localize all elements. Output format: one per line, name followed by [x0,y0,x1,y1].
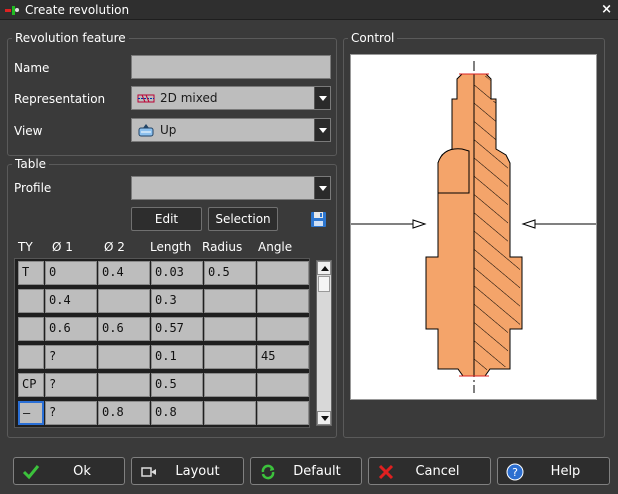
table-cell[interactable]: 0.6 [98,317,150,341]
view-up-icon [138,124,154,137]
table-cell[interactable]: 0.8 [98,401,150,425]
table-cell[interactable]: 0.3 [151,289,203,313]
representation-label: Representation [14,92,106,106]
default-button[interactable]: Default [250,457,362,485]
representation-value: 2D mixed [160,91,218,105]
profile-table: T 0 0.4 0.03 0.5 0.4 0.3 0.6 0.6 0.57 ? … [14,258,310,428]
revolution-feature-legend: Revolution feature [15,31,126,45]
view-value: Up [160,123,177,137]
edit-button[interactable]: Edit [131,207,202,231]
selection-button[interactable]: Selection [208,207,278,231]
table-cell[interactable]: ? [45,401,97,425]
layout-button[interactable]: Layout [131,457,244,485]
scroll-down-icon[interactable] [317,411,331,425]
chevron-down-icon[interactable] [314,87,330,109]
scroll-up-icon[interactable] [317,261,331,275]
table-cell[interactable]: 0.5 [151,373,203,397]
table-legend: Table [15,157,47,171]
table-cell[interactable] [257,261,309,285]
table-cell-active[interactable]: – [18,401,44,425]
view-label: View [14,124,43,138]
section-arrow-left [412,219,427,229]
representation-select[interactable]: 2D mixed [131,86,331,110]
table-cell[interactable]: 0.4 [45,289,97,313]
2d-mixed-icon [137,94,155,103]
save-icon[interactable] [310,211,327,228]
profile-select[interactable] [131,176,331,200]
table-cell[interactable]: 0 [45,261,97,285]
ok-button[interactable]: Ok [13,457,125,485]
table-cell[interactable] [98,289,150,313]
table-cell[interactable]: 0.57 [151,317,203,341]
table-cell[interactable] [257,317,309,341]
column-header-d1: Ø 1 [52,240,73,254]
part-left-half [425,73,475,377]
control-legend: Control [351,31,395,45]
view-select[interactable]: Up [131,118,331,142]
column-header-angle: Angle [258,240,293,254]
table-cell[interactable] [18,345,44,369]
table-cell[interactable] [204,289,256,313]
table-cell[interactable] [204,345,256,369]
table-cell[interactable] [18,317,44,341]
table-cell[interactable]: 0.8 [151,401,203,425]
column-header-length: Length [150,240,192,254]
table-cell[interactable] [204,317,256,341]
chevron-down-icon[interactable] [314,119,330,141]
help-label: Help [550,464,581,479]
layout-label: Layout [175,464,220,479]
revolution-profile-drawing [351,61,596,393]
part-right-half [473,73,523,377]
column-header-d2: Ø 2 [104,240,125,254]
help-button[interactable]: ? Help [497,457,610,485]
table-cell[interactable] [257,289,309,313]
table-cell[interactable]: 0.03 [151,261,203,285]
profile-label: Profile [14,181,52,195]
table-scrollbar[interactable] [316,260,332,426]
table-cell[interactable] [204,373,256,397]
table-cell[interactable]: T [18,261,44,285]
cancel-button[interactable]: Cancel [368,457,491,485]
window-title: Create revolution [25,3,130,17]
ok-label: Ok [73,464,91,479]
table-cell[interactable] [257,401,309,425]
scroll-thumb[interactable] [318,276,330,292]
table-cell[interactable] [98,373,150,397]
table-cell[interactable]: CP [18,373,44,397]
column-header-ty: TY [18,240,33,254]
table-cell[interactable]: 0.1 [151,345,203,369]
table-cell[interactable] [98,345,150,369]
table-cell[interactable] [204,401,256,425]
table-cell[interactable]: 0.6 [45,317,97,341]
chevron-down-icon[interactable] [314,177,330,199]
section-arrow-right [521,219,536,229]
cancel-label: Cancel [415,464,460,479]
table-cell[interactable]: 0.4 [98,261,150,285]
table-cell[interactable]: ? [45,373,97,397]
column-header-radius: Radius [202,240,243,254]
name-input[interactable] [131,55,331,79]
title-bar: Create revolution × [0,0,618,20]
default-label: Default [293,464,341,479]
table-cell[interactable]: ? [45,345,97,369]
preview-canvas[interactable] [350,54,597,400]
table-cell[interactable]: 45 [257,345,309,369]
table-cell[interactable] [257,373,309,397]
name-label: Name [14,61,50,75]
table-cell[interactable]: 0.5 [204,261,256,285]
table-cell[interactable] [18,289,44,313]
app-icon [5,6,19,15]
close-icon[interactable]: × [601,2,612,17]
